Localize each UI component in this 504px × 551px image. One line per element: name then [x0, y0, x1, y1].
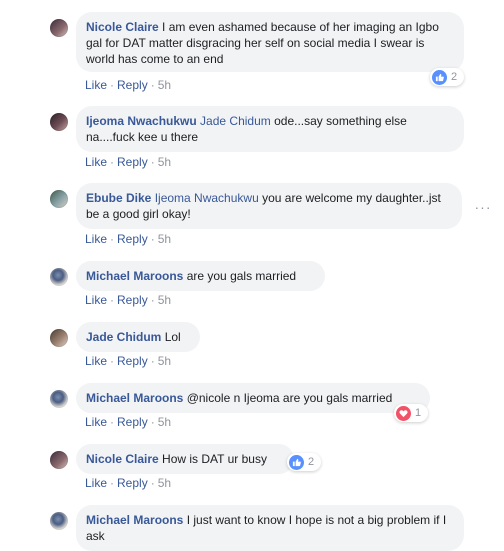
comment-actions: Like · Reply · 5h [85, 155, 172, 169]
comment-time[interactable]: 5h [158, 354, 171, 368]
comment-bubble: Ijeoma Nwachukwu Jade Chidum ode...say s… [76, 106, 464, 152]
comment-time[interactable]: 5h [158, 293, 171, 307]
reply-link[interactable]: Reply [117, 354, 148, 368]
comment-time[interactable]: 5h [158, 232, 171, 246]
comment-author[interactable]: Ijeoma Nwachukwu [86, 114, 197, 128]
reply-link[interactable]: Reply [117, 155, 148, 169]
comment-author[interactable]: Michael Maroons [86, 269, 183, 283]
like-link[interactable]: Like [85, 78, 107, 92]
reaction-summary[interactable]: 1 [394, 404, 428, 422]
comment-text: How is DAT ur busy [162, 452, 267, 466]
reaction-summary[interactable]: 2 [430, 68, 464, 86]
avatar[interactable] [50, 113, 68, 131]
comment-text: @nicole n Ijeoma are you gals married [186, 391, 393, 405]
more-options-icon[interactable]: ··· [474, 200, 492, 214]
comment-time[interactable]: 5h [158, 78, 171, 92]
avatar[interactable] [50, 190, 68, 208]
comment-bubble: Nicole Claire How is DAT ur busy [76, 444, 294, 474]
avatar[interactable] [50, 390, 68, 408]
comment-author[interactable]: Nicole Claire [86, 20, 159, 34]
comment-author[interactable]: Jade Chidum [86, 330, 161, 344]
comment-actions: Like · Reply · 5h [85, 476, 172, 490]
comment-actions: Like · Reply · 5h [85, 415, 172, 429]
comment-actions: Like · Reply · 5h [85, 293, 172, 307]
comment-author[interactable]: Michael Maroons [86, 513, 183, 527]
reaction-count: 2 [451, 71, 458, 83]
avatar[interactable] [50, 451, 68, 469]
comment-author[interactable]: Michael Maroons [86, 391, 183, 405]
avatar[interactable] [50, 329, 68, 347]
avatar[interactable] [50, 512, 68, 530]
comment-time[interactable]: 5h [158, 155, 171, 169]
mention-link[interactable]: Ijeoma Nwachukwu [155, 191, 259, 205]
like-link[interactable]: Like [85, 415, 107, 429]
comment-actions: Like · Reply · 5h [85, 78, 172, 92]
comment-bubble: Michael Maroons @nicole n Ijeoma are you… [76, 383, 430, 413]
reaction-summary[interactable]: 2 [287, 453, 321, 471]
comment-bubble: Nicole Claire I am even ashamed because … [76, 12, 464, 72]
comment-bubble: Michael Maroons are you gals married [76, 261, 325, 291]
comment-bubble: Ebube Dike Ijeoma Nwachukwu you are welc… [76, 183, 462, 229]
love-icon [396, 405, 411, 421]
mention-link[interactable]: Jade Chidum [200, 114, 271, 128]
like-link[interactable]: Like [85, 155, 107, 169]
avatar[interactable] [50, 268, 68, 286]
comment-author[interactable]: Nicole Claire [86, 452, 159, 466]
like-link[interactable]: Like [85, 232, 107, 246]
comment-actions: Like · Reply · 5h [85, 354, 172, 368]
like-link[interactable]: Like [85, 354, 107, 368]
reaction-count: 1 [415, 407, 422, 419]
comment-time[interactable]: 5h [158, 415, 171, 429]
like-icon [432, 69, 447, 85]
reply-link[interactable]: Reply [117, 78, 148, 92]
reply-link[interactable]: Reply [117, 476, 148, 490]
comment-bubble: Michael Maroons I just want to know I ho… [76, 505, 464, 551]
reply-link[interactable]: Reply [117, 415, 148, 429]
comment-time[interactable]: 5h [158, 476, 171, 490]
comment-text: Lol [164, 330, 181, 344]
reaction-count: 2 [308, 456, 315, 468]
comment-bubble: Jade Chidum Lol [76, 322, 200, 352]
comment-text: are you gals married [186, 269, 297, 283]
like-icon [289, 454, 304, 470]
avatar[interactable] [50, 19, 68, 37]
comment-actions: Like · Reply · 5h [85, 232, 172, 246]
like-link[interactable]: Like [85, 476, 107, 490]
reply-link[interactable]: Reply [117, 293, 148, 307]
reply-link[interactable]: Reply [117, 232, 148, 246]
like-link[interactable]: Like [85, 293, 107, 307]
comment-author[interactable]: Ebube Dike [86, 191, 151, 205]
